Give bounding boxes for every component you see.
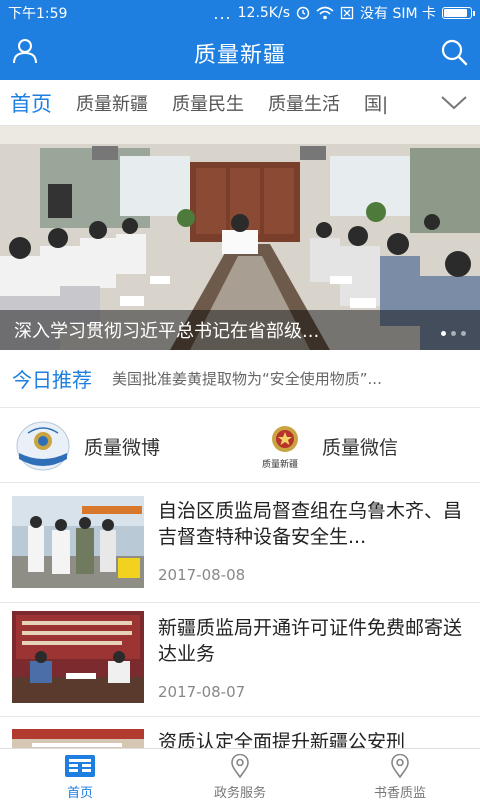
bottom-navigation: 首页 政务服务 书香质监 [0,748,480,800]
tab-quality-xinjiang[interactable]: 质量新疆 [76,90,148,116]
weixin-entry[interactable]: 质量新疆 质量微信 [262,409,399,483]
weibo-entry[interactable]: 质量微博 [16,409,160,483]
tabs-scroller[interactable]: 首页 质量新疆 质量民生 质量生活 国| [0,80,480,125]
network-speed: 12.5K/s [237,5,290,21]
user-icon[interactable] [10,36,40,66]
news-image [12,496,144,588]
status-time: 下午1:59 [8,6,68,22]
tab-partial[interactable]: 国| [364,90,388,116]
battery-level [444,9,467,17]
sim-status: 没有 SIM 卡 [360,6,436,22]
news-date: 2017-08-08 [158,566,246,584]
location-pin-icon [391,754,409,778]
app-header: 质量新疆 [0,26,480,80]
chevron-down-icon[interactable] [440,91,468,113]
news-title: 新疆质监局开通许可证件免费邮寄送达业务 [158,617,463,665]
banner-carousel[interactable]: 深入学习贯彻习近平总书记在省部级... [0,126,480,350]
news-thumbnail [12,496,144,588]
weixin-label: 质量微信 [322,436,399,459]
data-saver-icon [296,6,310,20]
today-headline[interactable]: 美国批准姜黄提取物为“安全使用物质”... [112,368,382,389]
weixin-logo: 质量新疆 [262,424,306,470]
nav-book-label: 书香质监 [373,786,426,800]
battery-icon [442,7,475,19]
emblem-icon [272,426,298,452]
news-title: 自治区质监局督查组在乌鲁木齐、昌吉督查特种设备安全生... [158,500,463,548]
news-thumbnail [12,611,144,703]
weibo-label: 质量微博 [84,436,161,459]
today-recommend[interactable]: 今日推荐 美国批准姜黄提取物为“安全使用物质”... [0,350,480,408]
nav-book-quality[interactable]: 书香质监 [320,749,480,800]
search-icon[interactable] [440,38,468,66]
status-right: ... 12.5K/s 没有 SIM 卡 [213,3,475,23]
carousel-dot [451,331,456,336]
carousel-indicator [441,331,466,336]
banner-caption: 深入学习贯彻习近平总书记在省部级... [0,310,480,350]
weixin-logo-text: 质量新疆 [262,460,299,470]
status-bar: 下午1:59 ... 12.5K/s 没有 SIM 卡 [0,0,480,26]
category-tabs: 首页 质量新疆 质量民生 质量生活 国| [0,80,480,126]
nav-home-label: 首页 [66,786,93,800]
news-item[interactable]: 自治区质监局督查组在乌鲁木齐、昌吉督查特种设备安全生... 2017-08-08 [0,484,480,603]
nav-government-service[interactable]: 政务服务 [160,749,320,800]
social-links: 质量微博 质量新疆 质量微信 [0,409,480,483]
nav-home[interactable]: 首页 [0,749,160,800]
news-item[interactable]: 新疆质监局开通许可证件免费邮寄送达业务 2017-08-07 [0,603,480,717]
tab-quality-life[interactable]: 质量生活 [268,90,340,116]
carousel-dot [461,331,466,336]
status-more-dots: ... [213,3,232,23]
news-image [12,611,144,703]
home-grid-icon [65,755,95,777]
page-title: 质量新疆 [193,43,286,68]
nav-government-label: 政务服务 [213,786,266,800]
tab-quality-livelihood[interactable]: 质量民生 [172,90,244,116]
banner-caption-text: 深入学习贯彻习近平总书记在省部级... [14,321,320,342]
carousel-dot [441,331,446,336]
weibo-logo-icon [16,421,70,471]
no-sim-icon [340,6,354,20]
wifi-icon [316,6,334,20]
tab-home[interactable]: 首页 [10,88,52,118]
today-label: 今日推荐 [12,368,92,392]
app-screen: 下午1:59 ... 12.5K/s 没有 SIM 卡 质量新疆 首页 质量新疆… [0,0,480,800]
location-pin-icon [231,754,249,778]
news-date: 2017-08-07 [158,683,246,701]
